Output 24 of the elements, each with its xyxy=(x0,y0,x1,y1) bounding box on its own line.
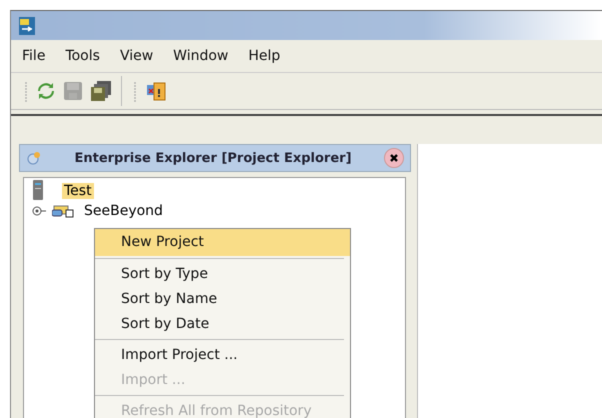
refresh-icon[interactable] xyxy=(37,82,55,100)
menu-item[interactable]: Help xyxy=(247,46,282,66)
menu-item[interactable]: Import Project ... xyxy=(95,343,350,368)
windows-warning-icon[interactable] xyxy=(146,81,166,101)
panel-title: Enterprise Explorer [Project Explorer] xyxy=(73,150,353,166)
menu-item[interactable]: Sort by Name xyxy=(95,287,350,312)
menu-item[interactable]: Sort by Type xyxy=(95,262,350,287)
menu-item[interactable]: File xyxy=(21,46,46,66)
close-button[interactable] xyxy=(384,148,404,168)
grip-handle-icon[interactable] xyxy=(132,80,138,102)
save-all-icon[interactable] xyxy=(91,81,111,101)
tree-item[interactable]: SeeBeyond xyxy=(82,203,165,219)
app-icon xyxy=(19,16,35,34)
server-icon xyxy=(32,180,44,202)
menu-item[interactable]: New Project xyxy=(95,229,350,256)
menu-item[interactable]: Window xyxy=(172,46,230,66)
project-icon xyxy=(52,203,74,219)
menu-item[interactable]: View xyxy=(118,46,154,66)
close-icon xyxy=(389,153,399,163)
expand-toggle-icon[interactable] xyxy=(32,206,46,216)
grip-handle-icon[interactable] xyxy=(23,80,29,102)
menu-item[interactable]: Sort by Date xyxy=(95,312,350,337)
menu-item[interactable]: Tools xyxy=(64,46,101,66)
tree-item[interactable]: Test xyxy=(62,183,94,199)
